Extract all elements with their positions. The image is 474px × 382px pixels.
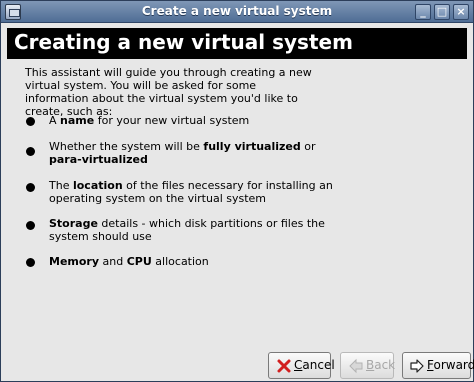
list-text: Whether the system will be [49,140,204,153]
list-text: for your new virtual system [94,114,250,127]
list-text: allocation [151,255,209,268]
back-arrow-icon [349,358,363,374]
list-text: The [49,179,73,192]
bold-term: Storage [49,217,98,230]
cancel-button[interactable]: Cancel [268,352,335,379]
forward-button[interactable]: Forward [402,352,474,379]
close-button[interactable]: × [453,4,469,20]
forward-button-label: Forward [427,358,474,372]
list-text: A [49,114,61,127]
list-item: The location of the files necessary for … [49,179,339,205]
bold-term: CPU [126,255,152,268]
bold-term: Memory [49,255,100,268]
maximize-button[interactable]: □ [434,4,450,20]
cancel-button-label: Cancel [294,358,335,372]
bold-term: fully virtualized [203,140,301,153]
back-button[interactable]: Back [340,352,396,379]
intro-text: This assistant will guide you through cr… [25,66,312,118]
bullet-icon [26,183,35,192]
bold-term: location [72,179,123,192]
list-text: or [300,140,316,153]
header-banner: Creating a new virtual system [7,28,467,59]
forward-arrow-icon [410,359,424,373]
list-item: Storage details - which disk partitions … [49,217,339,243]
list-text: and [99,255,127,268]
list-item: Memory and CPU allocation [49,255,339,268]
bold-term: name [60,114,95,127]
page-title: Creating a new virtual system [14,30,353,54]
window-title: Create a new virtual system [141,4,333,18]
bullet-icon [26,258,35,267]
back-button-label: Back [366,358,396,372]
minimize-button[interactable]: _ [415,4,431,20]
bullet-icon [26,221,35,230]
cancel-x-icon [277,359,291,373]
list-item: Whether the system will be fully virtual… [49,140,339,166]
bullet-icon [26,147,35,156]
list-item: A name for your new virtual system [49,114,339,127]
bullet-icon [26,117,35,126]
bold-term: para-virtualized [49,153,148,166]
dialog-window: Create a new virtual system _ □ × Creati… [0,0,474,382]
title-bar[interactable]: Create a new virtual system _ □ × [1,1,473,23]
